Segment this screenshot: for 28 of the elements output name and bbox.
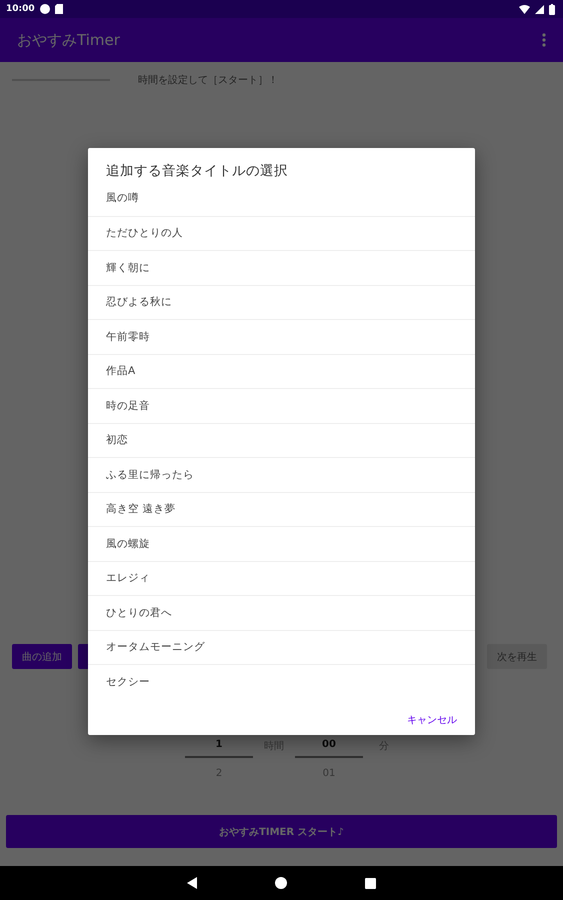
dialog-title: 追加する音楽タイトルの選択 <box>105 162 289 181</box>
song-list-item[interactable]: 高き空 遠き夢 <box>88 492 475 526</box>
song-list-item[interactable]: 午前零時 <box>88 319 475 354</box>
battery-icon <box>549 4 555 14</box>
more-options-icon[interactable] <box>542 33 546 47</box>
clock: 10:00 <box>6 4 35 14</box>
wifi-icon <box>519 4 530 14</box>
song-list-item[interactable]: ふる里に帰ったら <box>88 457 475 492</box>
app-title: おやすみTimer <box>17 30 120 50</box>
song-list-item[interactable]: オータムモーニング <box>88 630 475 664</box>
song-list-item[interactable]: セクシー <box>88 664 475 698</box>
song-list-item[interactable]: エレジィ <box>88 560 475 595</box>
song-list-item[interactable]: ひとりの君へ <box>88 595 475 630</box>
song-list-item[interactable]: 忍びよる秋に <box>88 284 475 319</box>
home-icon[interactable] <box>275 877 287 889</box>
cancel-button[interactable]: キャンセル <box>405 708 459 730</box>
back-icon[interactable] <box>187 877 197 889</box>
status-message: 時間を設定して［スタート］！ <box>138 74 278 87</box>
recents-icon[interactable] <box>365 878 376 888</box>
sd-card-icon <box>54 4 63 14</box>
song-list-item[interactable]: 風の噂 <box>88 181 475 216</box>
song-list-item[interactable]: ただひとりの人 <box>88 216 475 250</box>
song-list-item[interactable]: 初恋 <box>88 422 475 457</box>
song-list-item[interactable]: 風の螺旋 <box>88 526 475 560</box>
signal-icon <box>535 4 544 14</box>
song-list-item[interactable]: 時の足音 <box>88 388 475 422</box>
song-list-item[interactable]: 輝く朝に <box>88 250 475 284</box>
song-list-item[interactable]: 作品A <box>88 354 475 388</box>
